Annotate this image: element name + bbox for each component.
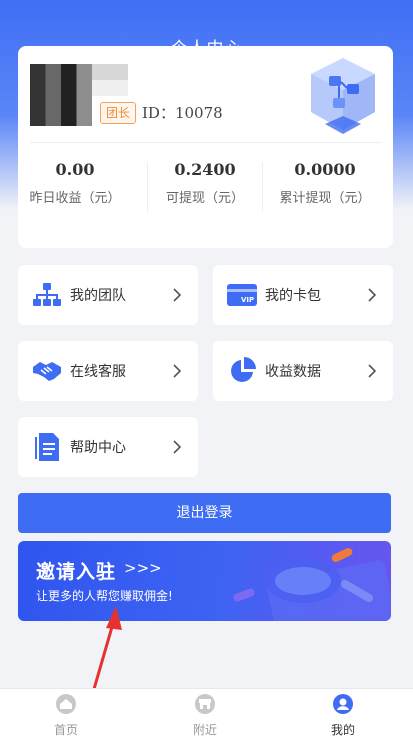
avatar[interactable] xyxy=(30,64,128,126)
stat-label: 累计提现（元） xyxy=(279,191,371,206)
vip-card-icon: VIP xyxy=(227,280,257,310)
banner-decoration xyxy=(233,548,391,621)
team-icon xyxy=(32,280,62,310)
svg-text:VIP: VIP xyxy=(241,296,254,304)
stat-value: 0.00 xyxy=(55,160,95,179)
tab-nearby[interactable]: 附近 xyxy=(165,693,245,738)
chevron-right-icon xyxy=(173,288,182,302)
menu-help-center[interactable]: 帮助中心 xyxy=(18,417,198,477)
banner-arrows: >>> xyxy=(124,559,162,577)
annotation-arrow xyxy=(90,606,122,697)
menu-label: 收益数据 xyxy=(265,364,321,380)
menu-label: 我的团队 xyxy=(70,288,126,304)
user-icon xyxy=(333,694,353,714)
tab-label: 首页 xyxy=(53,723,78,737)
menu-my-team[interactable]: 我的团队 xyxy=(18,265,198,325)
stat-divider xyxy=(262,162,263,212)
role-badge: 团长 xyxy=(100,102,137,124)
pie-chart-icon xyxy=(227,356,257,386)
stat-total-withdrawn: 0.0000 累计提现（元） xyxy=(268,160,382,206)
tab-mine[interactable]: 我的 xyxy=(303,693,383,738)
menu-label: 在线客服 xyxy=(70,364,126,380)
menu-online-service[interactable]: 在线客服 xyxy=(18,341,198,401)
tab-label: 附近 xyxy=(192,723,217,737)
stat-value: 0.2400 xyxy=(174,160,236,179)
profile-card: 团长 ID：10078 0.00 昨日收益（元） 0.2400 可提现（元） 0… xyxy=(18,46,393,248)
stat-yesterday-income: 0.00 昨日收益（元） xyxy=(18,160,132,206)
menu-income-data[interactable]: 收益数据 xyxy=(213,341,393,401)
stat-withdrawable: 0.2400 可提现（元） xyxy=(148,160,262,206)
banner-title: 邀请入驻 xyxy=(36,561,117,583)
handshake-icon xyxy=(32,356,62,386)
menu-my-cards[interactable]: VIP 我的卡包 xyxy=(213,265,393,325)
user-id: ID：10078 xyxy=(142,104,223,122)
tab-label: 我的 xyxy=(330,723,355,737)
blockchain-cube-illustration xyxy=(311,58,375,134)
logout-button[interactable]: 退出登录 xyxy=(18,493,391,533)
document-icon xyxy=(32,432,62,462)
divider xyxy=(30,142,381,143)
menu-label: 我的卡包 xyxy=(265,288,321,304)
stat-value: 0.0000 xyxy=(294,160,356,179)
bottom-tab-bar: 首页 附近 我的 xyxy=(0,688,413,741)
chevron-right-icon xyxy=(368,364,377,378)
tab-home[interactable]: 首页 xyxy=(26,693,106,738)
home-icon xyxy=(56,694,76,714)
store-icon xyxy=(195,694,215,714)
menu-label: 帮助中心 xyxy=(70,440,126,456)
chevron-right-icon xyxy=(173,364,182,378)
chevron-right-icon xyxy=(368,288,377,302)
chevron-right-icon xyxy=(173,440,182,454)
stat-label: 可提现（元） xyxy=(165,191,244,206)
invite-banner[interactable]: 邀请入驻 >>> 让更多的人帮您赚取佣金! xyxy=(18,541,391,621)
stat-label: 昨日收益（元） xyxy=(29,191,121,206)
